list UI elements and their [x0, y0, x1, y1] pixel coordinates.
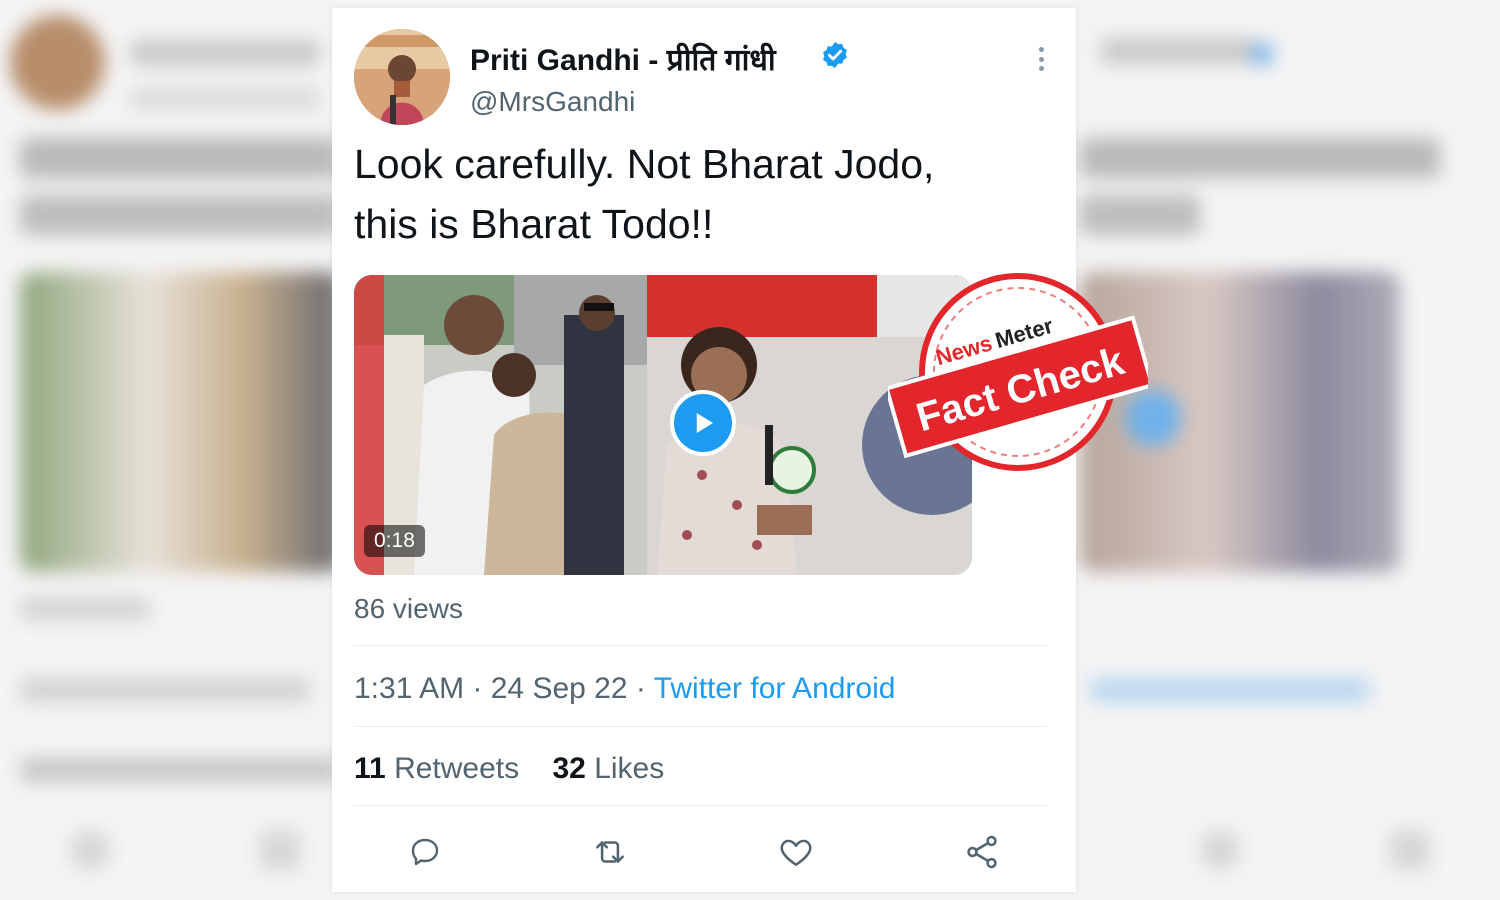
tweet-text-line: Look carefully. Not Bharat Jodo, [354, 141, 935, 187]
share-icon[interactable] [960, 830, 1004, 874]
tweet-timestamp: 1:31 AM · 24 Sep 22 · Twitter for Androi… [354, 672, 896, 705]
like-icon[interactable] [774, 830, 818, 874]
divider [354, 645, 1047, 646]
tweet-time[interactable]: 1:31 AM [354, 672, 464, 705]
tweet-action-bar [332, 830, 1076, 886]
reply-icon[interactable] [403, 830, 447, 874]
divider [354, 805, 1047, 806]
author-avatar[interactable] [354, 29, 450, 125]
tweet-source-link[interactable]: Twitter for Android [654, 672, 896, 705]
retweets-count: 11 [354, 752, 386, 785]
author-handle[interactable]: @MrsGandhi [470, 86, 635, 118]
retweet-icon[interactable] [588, 830, 632, 874]
likes-count: 32 [552, 752, 586, 785]
author-name[interactable]: Priti Gandhi - प्रीति गांधी [470, 38, 776, 79]
video-media[interactable]: 0:18 [354, 275, 972, 575]
retweets-label: Retweets [394, 752, 520, 785]
tweet-text: Look carefully. Not Bharat Jodo, this is… [354, 134, 1054, 254]
video-duration: 0:18 [364, 525, 425, 557]
divider [354, 726, 1047, 727]
likes-link[interactable]: 32 Likes [552, 752, 664, 785]
more-options-icon[interactable] [1029, 43, 1053, 75]
likes-label: Likes [594, 752, 665, 785]
view-count: 86 views [354, 593, 463, 624]
tweet-text-line: this is Bharat Todo!! [354, 201, 714, 247]
engagement-stats: 11 Retweets 32 Likes [354, 752, 664, 786]
verified-badge-icon [820, 40, 850, 70]
fact-check-stamp: Fact Check News Meter [884, 272, 1155, 474]
tweet-date[interactable]: 24 Sep 22 [491, 672, 628, 705]
play-icon[interactable] [670, 390, 736, 456]
retweets-link[interactable]: 11 Retweets [354, 752, 519, 785]
video-thumbnail-left: 0:18 [354, 275, 647, 575]
